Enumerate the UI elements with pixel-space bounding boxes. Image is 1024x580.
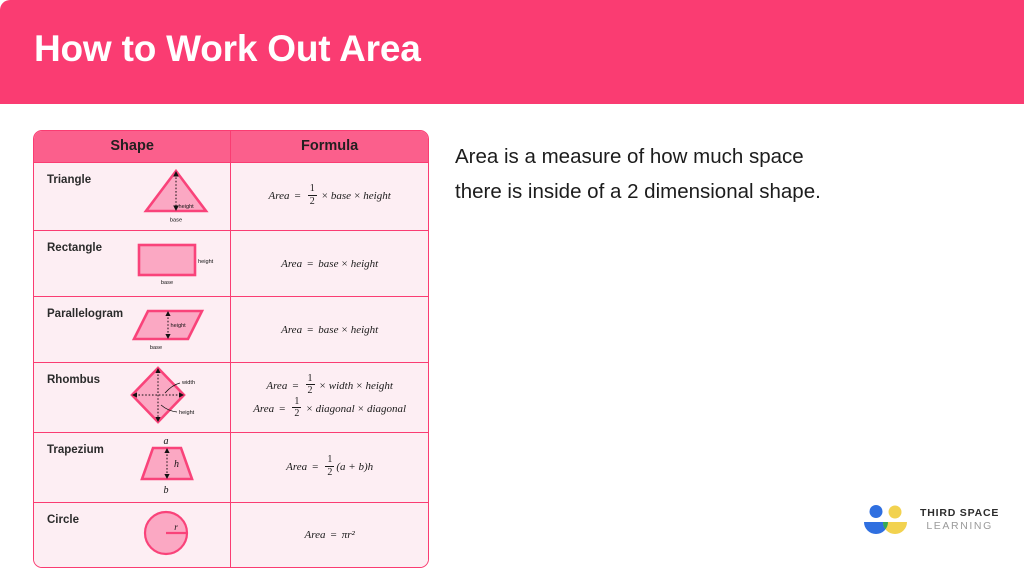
intro-line-2: there is inside of a 2 dimensional shape…	[455, 180, 821, 204]
circle-diagram: r	[130, 504, 222, 567]
intro-line-1: Area is a measure of how much space	[455, 145, 804, 168]
shape-label: Rectangle	[47, 242, 102, 254]
formula-cell-parallelogram: Area = base × height	[231, 297, 428, 363]
svg-text:height: height	[179, 410, 195, 416]
formula-cell-rhombus: Area = 1 2 × width × height Area = 1 2 × diagonal × di…	[231, 363, 428, 433]
parallelogram-diagram: height base	[130, 299, 222, 360]
rhombus-diagram: width height	[122, 363, 222, 432]
formula-cell-triangle: Area = 1 2 × base × height	[231, 163, 428, 231]
svg-text:h: h	[174, 459, 179, 470]
svg-text:height: height	[179, 204, 195, 210]
shape-cell-rhombus: Rhombus width height	[34, 363, 232, 433]
table-row: Trapezium a h b Area = 1 2 (a + b)h	[34, 433, 428, 503]
table-row: Circle r Area = πr²	[34, 503, 428, 567]
svg-text:base: base	[150, 345, 162, 351]
formula-cell-circle: Area = πr²	[231, 503, 428, 567]
formula-line: Area = 1 2 × width × height	[266, 372, 393, 396]
shape-cell-triangle: Triangle height base	[34, 163, 232, 231]
logo-mark-icon	[862, 503, 914, 537]
formula-line: Area = 1 2 (a + b)h	[286, 454, 374, 478]
table-row: Triangle height base Area = 1 2 × base ×…	[34, 163, 428, 231]
svg-text:base: base	[161, 280, 173, 286]
formula-line: Area = 1 2 × base × height	[268, 183, 391, 207]
svg-text:width: width	[181, 380, 195, 386]
svg-text:height: height	[171, 323, 187, 329]
svg-text:height: height	[198, 259, 214, 265]
triangle-diagram: height base	[130, 163, 222, 230]
formula-line: Area = πr²	[304, 529, 355, 541]
shape-cell-trapezium: Trapezium a h b	[34, 433, 232, 503]
rectangle-diagram: height base	[130, 233, 222, 294]
shape-label: Circle	[47, 514, 79, 526]
shape-label: Parallelogram	[47, 308, 124, 320]
column-header-shape: Shape	[34, 131, 232, 163]
table-row: Parallelogram height base Area = base × …	[34, 297, 428, 363]
svg-text:a: a	[164, 436, 169, 447]
shape-cell-rectangle: Rectangle height base	[34, 231, 232, 297]
formula-line: Area = 1 2 × diagonal × diagonal	[253, 395, 407, 419]
formula-line: Area = base × height	[281, 323, 379, 336]
formula-line: Area = base × height	[281, 257, 379, 270]
formula-cell-trapezium: Area = 1 2 (a + b)h	[231, 433, 428, 503]
table-row: Rectangle height base Area = base × height	[34, 231, 428, 297]
svg-text:b: b	[164, 485, 169, 496]
shape-label: Rhombus	[47, 374, 101, 386]
svg-text:base: base	[170, 218, 182, 224]
formula-cell-rectangle: Area = base × height	[231, 231, 428, 297]
table-row: Rhombus width height Area = 1 2 × width …	[34, 363, 428, 433]
third-space-learning-logo: THIRD SPACE LEARNING	[862, 503, 1002, 541]
page-title: How to Work Out Area	[34, 28, 421, 69]
logo-line-2: LEARNING	[926, 520, 993, 533]
shape-label: Triangle	[47, 174, 92, 186]
shape-cell-parallelogram: Parallelogram height base	[34, 297, 232, 363]
shape-cell-circle: Circle r	[34, 503, 232, 567]
column-header-formula: Formula	[231, 131, 428, 163]
table-header-row: Shape Formula	[34, 131, 428, 163]
trapezium-diagram: a h b	[130, 433, 222, 502]
page-header-bar: How to Work Out Area	[0, 0, 1024, 104]
area-formula-table: Shape Formula Triangle height base Area …	[33, 130, 429, 568]
svg-text:r: r	[175, 522, 179, 532]
logo-line-1: THIRD SPACE	[920, 507, 1000, 519]
logo-wordmark: THIRD SPACE LEARNING	[920, 507, 999, 533]
shape-label: Trapezium	[47, 444, 104, 456]
intro-paragraph: Area is a measure of how much space ther…	[455, 139, 975, 210]
